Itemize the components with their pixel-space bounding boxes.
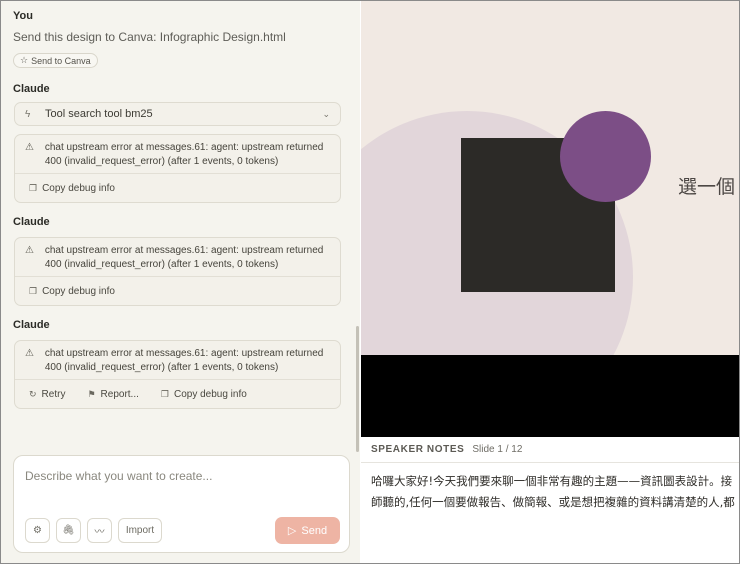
error-block: ⚠ chat upstream error at messages.61: ag… bbox=[14, 134, 341, 203]
prompt-composer[interactable]: Describe what you want to create... ⚙ 🖇 … bbox=[13, 455, 350, 553]
speaker-notes-body: 哈囉大家好!今天我們要來聊一個非常有趣的主題——資訊圖表設計。接 師聽的,任何一… bbox=[371, 471, 739, 513]
tool-call-row[interactable]: ϟ Tool search tool bm25 ⌄ bbox=[14, 102, 341, 126]
report-button[interactable]: ⚑ Report... bbox=[87, 389, 138, 400]
copy-debug-label: Copy debug info bbox=[42, 182, 115, 194]
slide-counter: Slide 1 / 12 bbox=[472, 444, 523, 455]
speaker-notes-line: 師聽的,任何一個要做報告、做簡報、或是想把複雜的資料講清楚的人,都 bbox=[371, 495, 735, 509]
copy-icon: ❐ bbox=[160, 388, 169, 399]
assistant-speaker-label: Claude bbox=[13, 216, 50, 228]
error-block: ⚠ chat upstream error at messages.61: ag… bbox=[14, 340, 341, 409]
error-block: ⚠ chat upstream error at messages.61: ag… bbox=[14, 237, 341, 306]
retry-icon: ↻ bbox=[29, 388, 37, 399]
report-label: Report... bbox=[100, 388, 139, 400]
user-speaker-label: You bbox=[13, 10, 33, 22]
copy-icon: ❐ bbox=[29, 182, 38, 193]
chat-panel: You Send this design to Canva: Infograph… bbox=[1, 1, 360, 563]
chat-scrollbar[interactable] bbox=[356, 326, 359, 452]
copy-debug-button[interactable]: ❐ Copy debug info bbox=[29, 183, 115, 194]
copy-debug-button[interactable]: ❐ Copy debug info bbox=[29, 286, 115, 297]
error-message: chat upstream error at messages.61: agen… bbox=[44, 245, 324, 270]
copy-debug-button[interactable]: ❐ Copy debug info bbox=[161, 389, 247, 400]
warning-icon: ⚠ bbox=[25, 348, 34, 359]
purple-circle-shape bbox=[560, 111, 651, 202]
tool-call-label: Tool search tool bm25 bbox=[45, 108, 153, 120]
attach-button[interactable]: 🖇 bbox=[56, 518, 81, 543]
prompt-input[interactable]: Describe what you want to create... bbox=[25, 469, 212, 483]
voice-button[interactable]: 〰 bbox=[87, 518, 112, 543]
assistant-speaker-label: Claude bbox=[13, 319, 50, 331]
copy-debug-label: Copy debug info bbox=[173, 388, 247, 400]
waveform-icon: 〰 bbox=[94, 527, 105, 538]
import-button[interactable]: Import bbox=[118, 518, 162, 543]
star-icon: ☆ bbox=[20, 55, 29, 65]
lightning-icon: ϟ bbox=[25, 108, 31, 120]
warning-icon: ⚠ bbox=[25, 142, 34, 153]
report-icon: ⚑ bbox=[87, 388, 96, 399]
slide-canvas[interactable]: 選一個 bbox=[361, 1, 739, 355]
retry-button[interactable]: ↻ Retry bbox=[29, 389, 65, 400]
send-to-canva-chip[interactable]: ☆ Send to Canva bbox=[13, 53, 98, 68]
speaker-notes-header: SPEAKER NOTES Slide 1 / 12 bbox=[361, 437, 739, 463]
retry-label: Retry bbox=[41, 388, 66, 400]
send-button[interactable]: ▷ Send bbox=[275, 517, 340, 544]
speaker-notes-line: 哈囉大家好!今天我們要來聊一個非常有趣的主題——資訊圖表設計。接 bbox=[371, 474, 733, 488]
gear-icon: ⚙ bbox=[33, 525, 42, 536]
chevron-down-icon: ⌄ bbox=[322, 108, 330, 119]
user-message: Send this design to Canva: Infographic D… bbox=[13, 30, 286, 44]
speaker-notes-title: SPEAKER NOTES bbox=[371, 444, 465, 455]
settings-button[interactable]: ⚙ bbox=[25, 518, 50, 543]
import-label: Import bbox=[125, 525, 155, 536]
send-icon: ▷ bbox=[287, 525, 297, 537]
assistant-speaker-label: Claude bbox=[13, 83, 50, 95]
design-preview: 選一個 SPEAKER NOTES Slide 1 / 12 哈囉大家好!今天我… bbox=[361, 1, 739, 563]
send-to-canva-label: Send to Canva bbox=[31, 55, 91, 66]
slide-bottom-band bbox=[361, 355, 739, 437]
error-message: chat upstream error at messages.61: agen… bbox=[44, 348, 324, 373]
copy-debug-label: Copy debug info bbox=[42, 285, 115, 297]
error-message: chat upstream error at messages.61: agen… bbox=[44, 142, 324, 167]
copy-icon: ❐ bbox=[29, 285, 38, 296]
slide-title-text: 選一個 bbox=[678, 176, 736, 198]
paperclip-icon: 🖇 bbox=[62, 525, 75, 536]
send-label: Send bbox=[301, 524, 328, 537]
warning-icon: ⚠ bbox=[25, 245, 34, 256]
